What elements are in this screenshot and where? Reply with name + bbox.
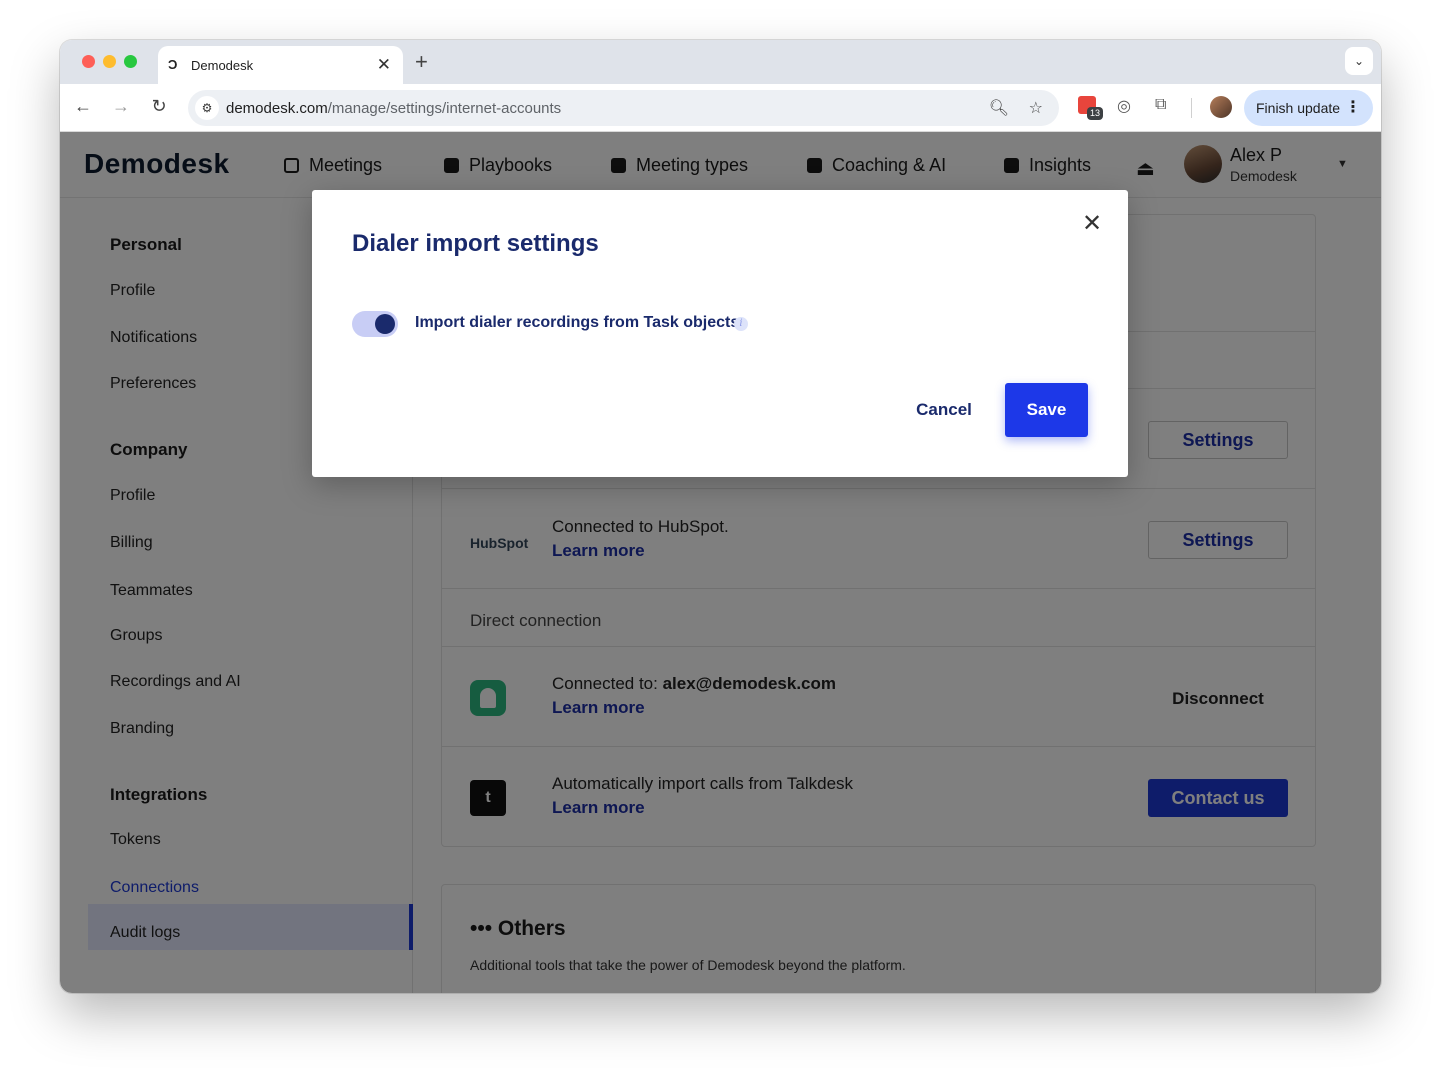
dialer-import-settings-modal: Dialer import settings ✕ Import dialer r… bbox=[312, 190, 1128, 477]
url-path: /manage/settings/internet-accounts bbox=[327, 100, 562, 117]
more-menu-icon[interactable]: ⋮ bbox=[1345, 90, 1361, 126]
toggle-knob bbox=[375, 314, 395, 334]
demodesk-favicon-icon: Ɔ bbox=[168, 57, 178, 72]
finish-update-label: Finish update bbox=[1256, 100, 1341, 116]
site-settings-icon[interactable]: ⚙ bbox=[195, 96, 219, 120]
close-window-button[interactable] bbox=[82, 55, 95, 68]
tab-strip: Ɔ Demodesk ✕ + ⌄ bbox=[60, 40, 1381, 84]
forward-arrow-icon[interactable]: → bbox=[110, 96, 132, 117]
info-icon[interactable]: i bbox=[734, 317, 748, 331]
extension-badge: 13 bbox=[1087, 107, 1104, 120]
url-text[interactable]: demodesk.com/manage/settings/internet-ac… bbox=[226, 100, 561, 117]
minimize-window-button[interactable] bbox=[103, 55, 116, 68]
password-manager-icon[interactable]: ◎ bbox=[1117, 96, 1131, 116]
address-bar[interactable]: ⚙ demodesk.com/manage/settings/internet-… bbox=[188, 90, 1059, 126]
app-viewport: Demodesk Meetings Playbooks Meeting type… bbox=[60, 132, 1381, 993]
finish-update-button[interactable]: Finish update ⋮ bbox=[1244, 90, 1373, 126]
browser-profile-avatar[interactable] bbox=[1210, 96, 1232, 118]
import-recordings-label[interactable]: Import dialer recordings from Task objec… bbox=[415, 314, 739, 332]
tab-search-chevron-icon[interactable]: ⌄ bbox=[1345, 47, 1373, 75]
extensions-puzzle-icon[interactable]: ⧉ bbox=[1155, 96, 1166, 114]
toolbar-divider bbox=[1191, 98, 1192, 118]
browser-window: Ɔ Demodesk ✕ + ⌄ ← → ↻ ⚙ demodesk.com/ma… bbox=[60, 40, 1381, 993]
browser-toolbar: ← → ↻ ⚙ demodesk.com/manage/settings/int… bbox=[60, 84, 1381, 132]
new-tab-button[interactable]: + bbox=[415, 49, 428, 75]
zoom-icon[interactable]: 🔍︎ bbox=[989, 98, 1009, 118]
close-icon[interactable]: ✕ bbox=[1082, 212, 1102, 236]
bookmark-star-icon[interactable]: ☆ bbox=[1029, 98, 1043, 118]
modal-title: Dialer import settings bbox=[352, 230, 599, 257]
tab-close-icon[interactable]: ✕ bbox=[377, 55, 391, 75]
back-arrow-icon[interactable]: ← bbox=[72, 96, 94, 117]
browser-tab[interactable]: Ɔ Demodesk ✕ bbox=[158, 46, 403, 84]
save-button[interactable]: Save bbox=[1005, 383, 1088, 437]
url-host: demodesk.com bbox=[226, 100, 328, 117]
import-recordings-toggle[interactable] bbox=[352, 311, 398, 337]
cancel-button[interactable]: Cancel bbox=[902, 383, 986, 437]
maximize-window-button[interactable] bbox=[124, 55, 137, 68]
reload-icon[interactable]: ↻ bbox=[148, 96, 170, 117]
tab-title: Demodesk bbox=[191, 58, 254, 73]
